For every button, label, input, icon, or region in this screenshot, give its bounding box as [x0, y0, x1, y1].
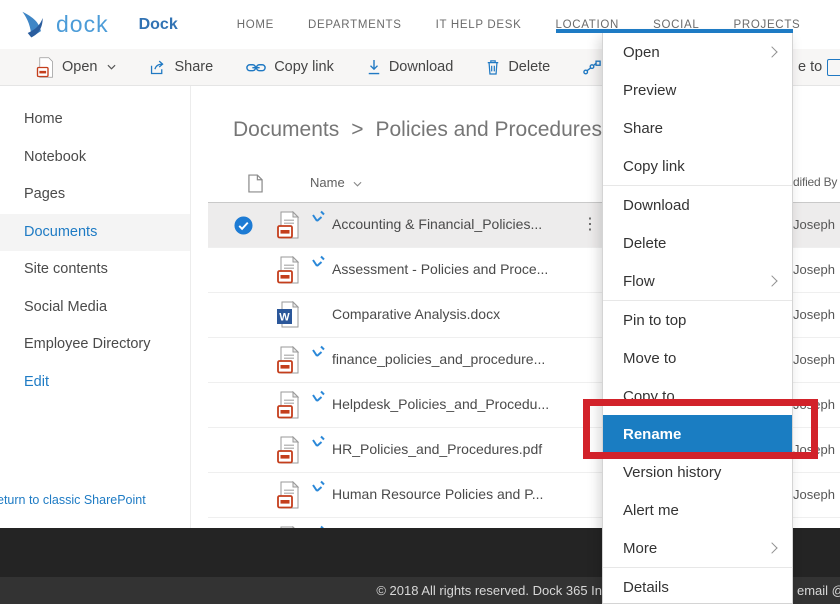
- context-menu-item[interactable]: Preview: [603, 71, 792, 109]
- selected-check-icon[interactable]: [234, 216, 253, 235]
- copyright-text: © 2018 All rights reserved. Dock 365 In: [376, 577, 602, 604]
- app-window: dock Dock HOME DEPARTMENTS IT HELP DESK …: [0, 0, 840, 604]
- projects-active-underline: [556, 29, 793, 33]
- site-name[interactable]: Dock: [139, 16, 178, 34]
- file-name[interactable]: Accounting & Financial_Policies...: [332, 216, 542, 232]
- context-menu-item[interactable]: Details: [603, 568, 792, 604]
- context-menu-item[interactable]: Download: [603, 186, 792, 224]
- context-menu-item[interactable]: Open: [603, 33, 792, 71]
- copy-to-icon-partial[interactable]: [827, 59, 840, 76]
- modified-by-column-header[interactable]: dified By: [793, 175, 837, 189]
- download-button[interactable]: Download: [367, 59, 454, 75]
- submenu-chevron-icon: [766, 542, 777, 553]
- context-menu-item[interactable]: Alert me: [603, 491, 792, 529]
- context-menu-item[interactable]: Version history: [603, 453, 792, 491]
- flow-icon: [583, 60, 601, 75]
- context-menu-item[interactable]: Flow: [603, 262, 792, 301]
- open-button[interactable]: Open: [36, 57, 116, 78]
- trash-icon: [486, 59, 500, 75]
- share-icon: [149, 59, 166, 76]
- sidebar-item[interactable]: Social Media: [0, 289, 190, 327]
- context-menu-item[interactable]: Copy link: [603, 147, 792, 186]
- move-to-button-partial[interactable]: e to: [798, 49, 822, 85]
- sidebar-nav: Home Notebook Pages Documents Site conte…: [0, 101, 190, 401]
- pdf-file-icon: [276, 346, 300, 374]
- document-icon: [248, 174, 263, 193]
- file-name[interactable]: Human Resource Policies and P...: [332, 486, 543, 502]
- word-file-icon: W: [276, 301, 300, 329]
- share-button[interactable]: Share: [149, 59, 213, 76]
- new-item-icon: [311, 390, 326, 404]
- pdf-file-icon: [276, 436, 300, 464]
- nav-item[interactable]: DEPARTMENTS: [291, 19, 419, 31]
- file-name[interactable]: Assessment - Policies and Proce...: [332, 261, 548, 277]
- context-menu-item[interactable]: Move to: [603, 339, 792, 377]
- new-item-icon: [311, 435, 326, 449]
- pdf-file-icon: [36, 57, 54, 78]
- more-options-icon[interactable]: ⋮: [582, 214, 598, 234]
- modified-by: Joseph: [793, 262, 835, 277]
- context-menu-item[interactable]: Copy to: [603, 377, 792, 415]
- sidebar-item[interactable]: Edit: [0, 364, 190, 402]
- context-menu-item[interactable]: Rename: [603, 415, 792, 453]
- svg-text:W: W: [279, 312, 290, 324]
- download-icon: [367, 59, 381, 75]
- submenu-chevron-icon: [766, 275, 777, 286]
- sidebar-item[interactable]: Home: [0, 101, 190, 139]
- file-name[interactable]: HR_Policies_and_Procedures.pdf: [332, 441, 542, 457]
- dock-logo[interactable]: dock: [14, 10, 109, 40]
- chevron-down-icon: [107, 64, 116, 70]
- new-item-icon: [311, 255, 326, 269]
- context-menu-item[interactable]: More: [603, 529, 792, 568]
- context-menu-item[interactable]: Delete: [603, 224, 792, 262]
- pdf-file-icon: [276, 391, 300, 419]
- modified-by: Joseph: [793, 487, 835, 502]
- modified-by: Joseph: [793, 217, 835, 232]
- new-item-icon: [311, 345, 326, 359]
- file-name[interactable]: finance_policies_and_procedure...: [332, 351, 545, 367]
- pdf-file-icon: [276, 256, 300, 284]
- nav-item[interactable]: IT HELP DESK: [419, 19, 539, 31]
- footer-email-text: email @: [797, 577, 840, 604]
- context-menu: Open Preview Share Copy link Download De…: [602, 33, 793, 604]
- breadcrumb: Documents > Policies and Procedures: [233, 118, 602, 142]
- modified-by: Joseph: [793, 442, 835, 457]
- new-item-icon: [311, 210, 326, 224]
- breadcrumb-separator: >: [351, 118, 363, 142]
- name-column-header[interactable]: Name: [310, 175, 345, 190]
- file-name[interactable]: Comparative Analysis.docx: [332, 306, 500, 322]
- sidebar-item[interactable]: Pages: [0, 176, 190, 214]
- sidebar-item[interactable]: Employee Directory: [0, 326, 190, 364]
- modified-by: Joseph: [793, 397, 835, 412]
- modified-by: Joseph: [793, 307, 835, 322]
- file-name[interactable]: Helpdesk_Policies_and_Procedu...: [332, 396, 549, 412]
- dock-swoosh-icon: [14, 10, 52, 40]
- breadcrumb-root[interactable]: Documents: [233, 118, 339, 142]
- breadcrumb-current[interactable]: Policies and Procedures: [375, 118, 601, 142]
- sidebar: Home Notebook Pages Documents Site conte…: [0, 86, 191, 528]
- delete-button[interactable]: Delete: [486, 59, 550, 75]
- sidebar-item[interactable]: Documents: [0, 214, 190, 252]
- sidebar-item[interactable]: Notebook: [0, 139, 190, 177]
- link-icon: [246, 61, 266, 74]
- submenu-chevron-icon: [766, 46, 777, 57]
- logo-text: dock: [56, 11, 109, 38]
- nav-item[interactable]: HOME: [220, 19, 291, 31]
- context-menu-item[interactable]: Pin to top: [603, 301, 792, 339]
- new-item-icon: [311, 480, 326, 494]
- return-to-classic-link[interactable]: eturn to classic SharePoint: [0, 493, 146, 507]
- copy-link-button[interactable]: Copy link: [246, 59, 334, 75]
- context-menu-item[interactable]: Share: [603, 109, 792, 147]
- chevron-down-icon[interactable]: [353, 181, 362, 187]
- modified-by: Joseph: [793, 352, 835, 367]
- pdf-file-icon: [276, 481, 300, 509]
- pdf-file-icon: [276, 211, 300, 239]
- sidebar-item[interactable]: Site contents: [0, 251, 190, 289]
